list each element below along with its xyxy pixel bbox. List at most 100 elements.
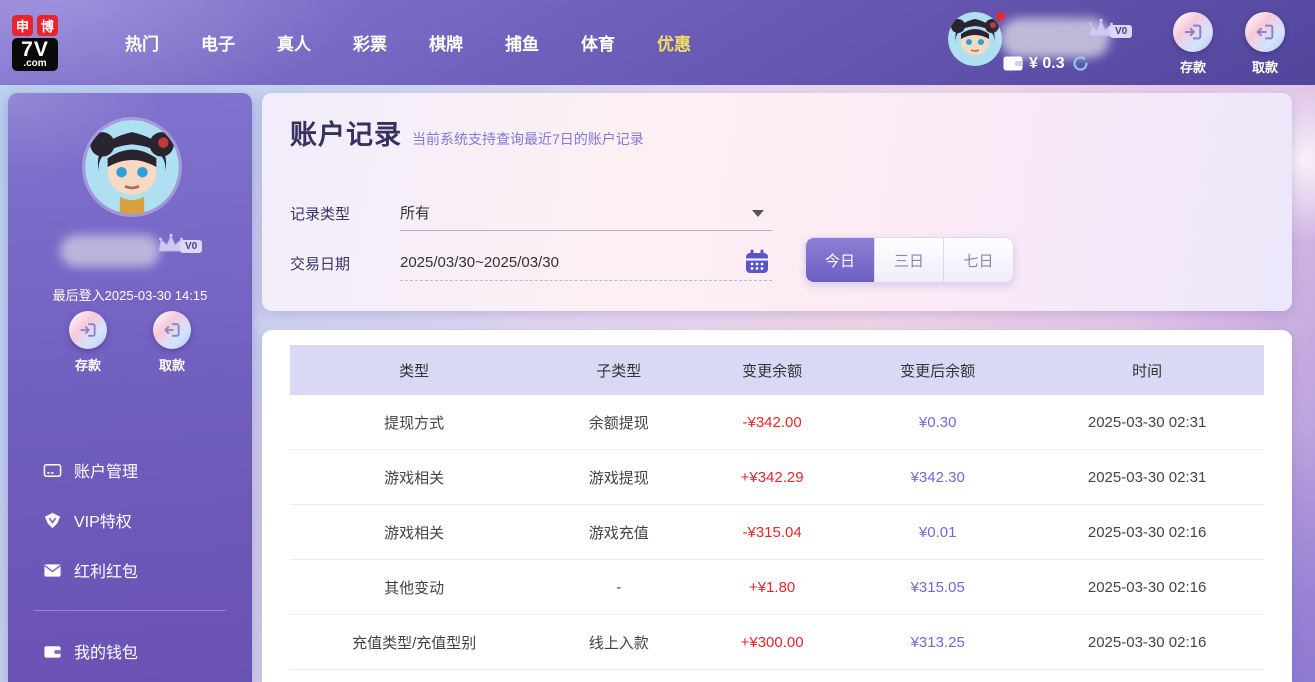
topbar-quick-actions: 存款 取款 <box>1165 12 1293 76</box>
envelope-icon <box>42 560 62 580</box>
topbar: 申 博 7V .com 热门 电子 真人 彩票 棋牌 捕鱼 体育 优惠 V0 ¥… <box>0 0 1315 85</box>
nav-item-sports[interactable]: 体育 <box>560 20 636 65</box>
logo-com-text: .com <box>23 57 47 69</box>
date-range-segment: 今日 三日 七日 <box>805 237 1014 283</box>
main-content: 账户记录 当前系统支持查询最近7日的账户记录 记录类型 所有 交易日期 2025… <box>262 93 1292 682</box>
cell-subtype: - <box>616 578 622 596</box>
range-button-three-days[interactable]: 三日 <box>875 238 944 282</box>
col-header-time: 时间 <box>1132 362 1163 380</box>
sidebar-item-my-wallet[interactable]: 我的钱包 <box>8 626 252 676</box>
sidebar-item-transaction-records[interactable]: 交易记录 <box>8 676 252 682</box>
table-row: 游戏相关 游戏提现 +¥342.29 ¥342.30 2025-03-30 02… <box>290 450 1264 505</box>
record-type-filter: 记录类型 所有 <box>290 195 772 231</box>
nav-item-lottery[interactable]: 彩票 <box>332 20 408 65</box>
logo-badge-bo: 博 <box>37 14 58 36</box>
calendar-icon[interactable] <box>744 249 770 275</box>
title-row: 账户记录 当前系统支持查询最近7日的账户记录 <box>290 113 1264 152</box>
col-header-change: 变更余额 <box>742 362 803 380</box>
avatar-image <box>948 12 1002 66</box>
chevron-down-icon[interactable] <box>752 210 764 217</box>
table-row: 提现方式 余额提现 -¥342.00 ¥0.30 2025-03-30 02:3… <box>290 395 1264 450</box>
cell-subtype: 游戏充值 <box>588 524 649 542</box>
deposit-button[interactable]: 存款 <box>1165 12 1221 76</box>
cell-time: 2025-03-30 02:16 <box>1087 578 1207 596</box>
cell-after: ¥342.30 <box>910 468 965 486</box>
bank-card-icon <box>42 460 62 480</box>
sidebar-username-blurred <box>60 235 160 267</box>
vip-badge: V0 <box>1110 25 1133 38</box>
withdraw-icon <box>1245 12 1285 52</box>
cell-type: 提现方式 <box>384 414 445 432</box>
cell-subtype: 线上入款 <box>588 634 649 652</box>
range-button-seven-days[interactable]: 七日 <box>944 238 1013 282</box>
main-nav: 热门 电子 真人 彩票 棋牌 捕鱼 体育 优惠 <box>104 20 712 65</box>
nav-item-fishing[interactable]: 捕鱼 <box>484 20 560 65</box>
vip-level[interactable]: V0 <box>1086 18 1133 40</box>
date-range-label: 交易日期 <box>290 255 351 273</box>
cell-change: -¥342.00 <box>742 413 802 431</box>
avatar[interactable] <box>948 12 1002 66</box>
records-table-panel: 类型 子类型 变更余额 变更后余额 时间 提现方式 余额提现 -¥342.00 … <box>262 330 1292 682</box>
cell-time: 2025-03-30 02:31 <box>1087 468 1207 486</box>
col-header-after-balance: 变更后余额 <box>900 362 976 380</box>
date-range-value: 2025/03/30~2025/03/30 <box>400 254 559 271</box>
site-logo[interactable]: 申 博 7V .com <box>12 14 74 71</box>
date-range-input[interactable]: 2025/03/30~2025/03/30 <box>400 245 772 281</box>
menu-divider <box>34 610 226 611</box>
record-type-label: 记录类型 <box>290 205 351 223</box>
topbar-user-area: V0 ¥ 0.3 <box>948 10 1168 76</box>
cell-type: 游戏相关 <box>384 469 445 487</box>
withdraw-label: 取款 <box>1251 60 1278 75</box>
cell-type: 其他变动 <box>384 579 445 597</box>
nav-item-slots[interactable]: 电子 <box>180 20 256 65</box>
logo-main: 7V .com <box>12 37 58 71</box>
table-row: 其他变动 - +¥1.80 ¥315.05 2025-03-30 02:16 <box>290 560 1264 615</box>
sidebar-withdraw-button[interactable]: 取款 <box>144 311 200 374</box>
sidebar-vip-level[interactable]: V0 <box>156 233 203 255</box>
notification-dot <box>996 12 1005 21</box>
sidebar: V0 最后登入2025-03-30 14:15 存款 取款 账户管理 VIP特权… <box>8 93 252 682</box>
nav-item-live[interactable]: 真人 <box>256 20 332 65</box>
withdraw-icon <box>153 311 191 349</box>
table-row: 游戏相关 游戏充值 -¥315.04 ¥0.01 2025-03-30 02:1… <box>290 505 1264 560</box>
balance-amount: ¥ 0.3 <box>1029 54 1065 72</box>
table-header-row: 类型 子类型 变更余额 变更后余额 时间 <box>290 345 1264 395</box>
cell-change: +¥342.29 <box>740 468 804 486</box>
sidebar-menu: 账户管理 VIP特权 红利红包 我的钱包 交易记录 <box>8 445 252 682</box>
withdraw-button[interactable]: 取款 <box>1237 12 1293 76</box>
deposit-label: 存款 <box>74 358 101 373</box>
sidebar-item-label: 账户管理 <box>74 464 139 481</box>
vip-badge: V0 <box>180 240 203 253</box>
cell-after: ¥315.05 <box>910 578 965 596</box>
deposit-label: 存款 <box>1179 60 1206 75</box>
col-header-subtype: 子类型 <box>596 362 642 380</box>
sidebar-deposit-button[interactable]: 存款 <box>60 311 116 374</box>
cell-subtype: 余额提现 <box>588 414 649 432</box>
sidebar-item-label: 红利红包 <box>74 564 139 581</box>
sidebar-item-label: VIP特权 <box>74 514 132 531</box>
sidebar-item-bonus-redpacket[interactable]: 红利红包 <box>8 545 252 595</box>
deposit-icon <box>69 311 107 349</box>
deposit-icon <box>1173 12 1213 52</box>
range-button-today[interactable]: 今日 <box>806 238 875 282</box>
sidebar-avatar[interactable] <box>82 117 182 217</box>
nav-item-board-games[interactable]: 棋牌 <box>408 20 484 65</box>
withdraw-label: 取款 <box>158 358 185 373</box>
records-header-panel: 账户记录 当前系统支持查询最近7日的账户记录 记录类型 所有 交易日期 2025… <box>262 93 1292 311</box>
sidebar-item-account-management[interactable]: 账户管理 <box>8 445 252 495</box>
page-subtitle: 当前系统支持查询最近7日的账户记录 <box>412 131 644 147</box>
nav-item-promotions[interactable]: 优惠 <box>636 20 712 65</box>
refresh-icon[interactable] <box>1071 54 1090 73</box>
cell-change: +¥1.80 <box>748 578 796 596</box>
record-type-select[interactable]: 所有 <box>400 195 772 231</box>
wallet-icon <box>42 641 62 661</box>
nav-item-hot[interactable]: 热门 <box>104 20 180 65</box>
cell-after: ¥0.30 <box>918 413 957 431</box>
sidebar-item-label: 我的钱包 <box>74 645 139 662</box>
cell-type: 游戏相关 <box>384 524 445 542</box>
table-row: 充值类型/充值型别 线上入款 +¥300.00 ¥313.25 2025-03-… <box>290 615 1264 670</box>
cell-time: 2025-03-30 02:16 <box>1087 633 1207 651</box>
sidebar-item-vip-privileges[interactable]: VIP特权 <box>8 495 252 545</box>
record-type-value: 所有 <box>400 205 431 222</box>
sidebar-quick-actions: 存款 取款 <box>8 311 252 374</box>
